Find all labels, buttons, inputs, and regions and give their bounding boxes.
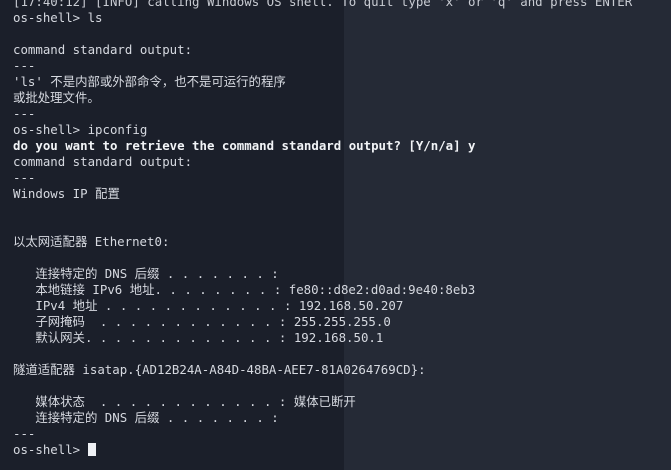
terminal-window[interactable]: [17:40:12] [INFO] calling Windows OS she… — [0, 0, 671, 470]
output-line: 'ls' 不是内部或外部命令，也不是可运行的程序 — [13, 74, 286, 89]
shell-command-line: os-shell> ls — [13, 10, 103, 25]
adapter-header: 以太网适配器 Ethernet0: — [13, 234, 170, 249]
log-info-line: [17:40:12] [INFO] calling Windows OS she… — [13, 0, 633, 9]
output-line: 或批处理文件。 — [13, 90, 100, 105]
text-cursor — [87, 443, 96, 456]
terminal-output: [17:40:12] [INFO] calling Windows OS she… — [13, 0, 671, 458]
output-line: Windows IP 配置 — [13, 186, 120, 201]
config-line: 连接特定的 DNS 后缀 . . . . . . . : — [13, 410, 279, 425]
prompt-text: os-shell> — [13, 442, 88, 457]
output-header: command standard output: — [13, 154, 193, 169]
current-prompt[interactable]: os-shell> — [13, 442, 671, 458]
separator-line: --- — [13, 170, 36, 185]
separator-line: --- — [13, 106, 36, 121]
prompt-question: do you want to retrieve the command stan… — [13, 138, 476, 153]
config-line: 默认网关. . . . . . . . . . . . . : 192.168.… — [13, 330, 384, 345]
shell-command-line: os-shell> ipconfig — [13, 122, 148, 137]
adapter-header: 隧道适配器 isatap.{AD12B24A-A84D-48BA-AEE7-81… — [13, 362, 426, 377]
output-header: command standard output: — [13, 42, 193, 57]
separator-line: --- — [13, 426, 36, 441]
config-line: 媒体状态 . . . . . . . . . . . . : 媒体已断开 — [13, 394, 356, 409]
config-line: 子网掩码 . . . . . . . . . . . . : 255.255.2… — [13, 314, 391, 329]
config-line: 连接特定的 DNS 后缀 . . . . . . . : — [13, 266, 279, 281]
separator-line: --- — [13, 58, 36, 73]
config-line: IPv4 地址 . . . . . . . . . . . . : 192.16… — [13, 298, 404, 313]
config-line: 本地链接 IPv6 地址. . . . . . . . : fe80::d8e2… — [13, 282, 476, 297]
